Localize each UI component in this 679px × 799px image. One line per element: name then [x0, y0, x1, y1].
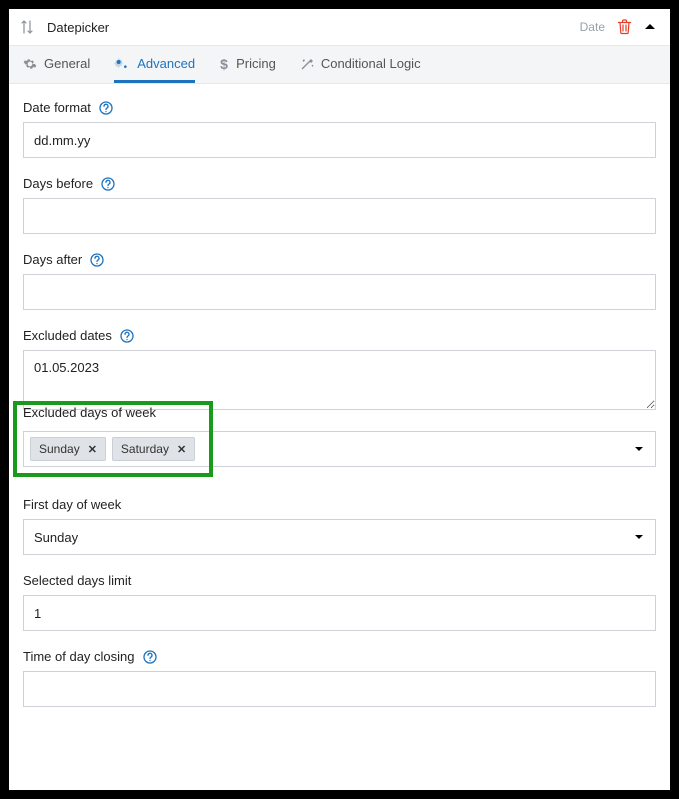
advanced-tab-body: Date format Days before Days after: [9, 84, 670, 735]
selected-days-limit-input[interactable]: [23, 595, 656, 631]
field-excluded-days-of-week: Sunday ✕ Saturday ✕ Excluded days of wee…: [23, 431, 656, 467]
first-day-select[interactable]: Sunday: [23, 519, 656, 555]
chip-remove-icon[interactable]: ✕: [177, 443, 186, 456]
dollar-icon: $: [219, 57, 229, 71]
field-label: First day of week: [23, 497, 121, 512]
svg-text:$: $: [220, 57, 228, 71]
field-days-before: Days before: [23, 176, 656, 234]
drag-handle-icon[interactable]: [21, 20, 35, 34]
panel-header: Datepicker Date: [9, 9, 670, 45]
field-days-after: Days after: [23, 252, 656, 310]
help-icon[interactable]: [143, 650, 157, 664]
tab-label: Advanced: [137, 56, 195, 71]
chip-sunday: Sunday ✕: [30, 437, 106, 461]
tab-label: Pricing: [236, 56, 276, 71]
excluded-days-multiselect[interactable]: Sunday ✕ Saturday ✕: [23, 431, 656, 467]
excluded-dates-textarea[interactable]: [23, 350, 656, 410]
field-label: Excluded days of week: [23, 405, 156, 420]
field-first-day-of-week: First day of week Sunday: [23, 497, 656, 555]
field-excluded-dates: Excluded dates: [23, 328, 656, 413]
days-after-input[interactable]: [23, 274, 656, 310]
chip-remove-icon[interactable]: ✕: [88, 443, 97, 456]
field-label: Time of day closing: [23, 649, 135, 664]
help-icon[interactable]: [99, 101, 113, 115]
panel-title: Datepicker: [47, 20, 568, 35]
field-date-format: Date format: [23, 100, 656, 158]
gears-icon: [114, 57, 130, 71]
chip-saturday: Saturday ✕: [112, 437, 195, 461]
field-label: Date format: [23, 100, 91, 115]
tab-conditional-logic[interactable]: Conditional Logic: [300, 46, 421, 83]
help-icon[interactable]: [120, 329, 134, 343]
tab-pricing[interactable]: $ Pricing: [219, 46, 276, 83]
delete-icon[interactable]: [617, 19, 632, 35]
magic-wand-icon: [300, 57, 314, 71]
date-format-input[interactable]: [23, 122, 656, 158]
field-label: Days before: [23, 176, 93, 191]
chip-label: Sunday: [39, 442, 80, 456]
tab-general[interactable]: General: [23, 46, 90, 83]
tab-label: Conditional Logic: [321, 56, 421, 71]
field-time-of-day-closing: Time of day closing: [23, 649, 656, 707]
collapse-caret-icon[interactable]: [644, 21, 656, 33]
tabs-bar: General Advanced $ Pricing Conditional L…: [9, 45, 670, 84]
field-label: Selected days limit: [23, 573, 131, 588]
tab-label: General: [44, 56, 90, 71]
help-icon[interactable]: [101, 177, 115, 191]
help-icon[interactable]: [90, 253, 104, 267]
days-before-input[interactable]: [23, 198, 656, 234]
chip-label: Saturday: [121, 442, 169, 456]
field-type-label: Date: [580, 20, 605, 34]
field-label: Days after: [23, 252, 82, 267]
tab-advanced[interactable]: Advanced: [114, 46, 195, 83]
time-of-day-closing-input[interactable]: [23, 671, 656, 707]
datepicker-settings-panel: Datepicker Date General Advanced $ Prici…: [9, 9, 670, 790]
gear-icon: [23, 57, 37, 71]
select-value: Sunday: [34, 530, 78, 545]
field-selected-days-limit: Selected days limit: [23, 573, 656, 631]
field-label: Excluded dates: [23, 328, 112, 343]
